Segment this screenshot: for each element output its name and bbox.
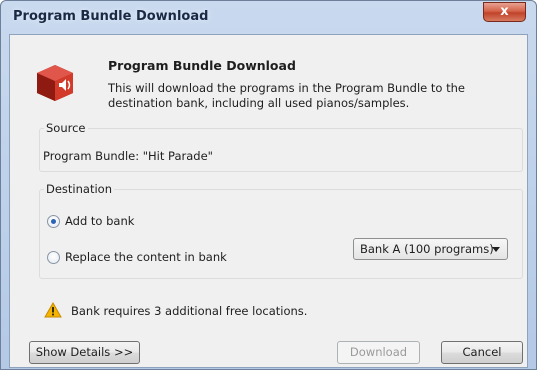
- destination-group: [39, 189, 523, 279]
- warning-triangle-icon: [44, 302, 62, 318]
- replace-bank-radio[interactable]: [47, 250, 60, 264]
- title-bar[interactable]: Program Bundle Download x: [1, 1, 536, 33]
- warning-text: Bank requires 3 additional free location…: [71, 304, 308, 318]
- source-value: Program Bundle: "Hit Parade": [43, 149, 213, 163]
- close-button[interactable]: x: [483, 2, 526, 22]
- bank-select-value: Bank A (100 programs): [360, 242, 494, 256]
- add-to-bank-radio[interactable]: [47, 214, 60, 228]
- cancel-button[interactable]: Cancel: [441, 341, 523, 364]
- source-label: Source: [44, 121, 88, 135]
- bank-select[interactable]: Bank A (100 programs): [353, 238, 508, 260]
- add-to-bank-option[interactable]: Add to bank: [47, 214, 134, 228]
- replace-bank-label: Replace the content in bank: [65, 250, 227, 264]
- replace-bank-option[interactable]: Replace the content in bank: [47, 250, 227, 264]
- dialog-body: Program Bundle Download This will downlo…: [9, 34, 528, 368]
- destination-label: Destination: [44, 182, 114, 196]
- dialog-window: Program Bundle Download x Program Bundle…: [0, 0, 537, 370]
- dialog-description: This will download the programs in the P…: [108, 81, 465, 110]
- download-button[interactable]: Download: [337, 341, 420, 364]
- show-details-button[interactable]: Show Details >>: [29, 341, 140, 364]
- window-title: Program Bundle Download: [13, 9, 209, 24]
- speaker-box-icon: [37, 65, 73, 101]
- add-to-bank-label: Add to bank: [65, 214, 135, 228]
- chevron-down-icon: [492, 247, 500, 252]
- dialog-heading: Program Bundle Download: [108, 58, 296, 73]
